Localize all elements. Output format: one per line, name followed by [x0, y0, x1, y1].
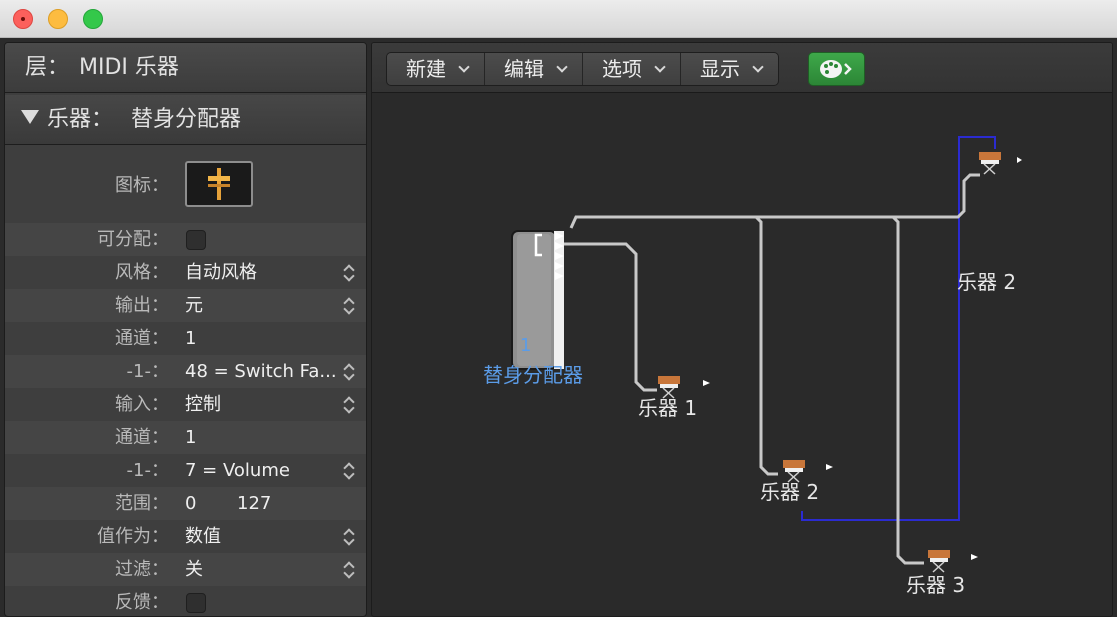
- environment-window: 新建 编辑 选项 显示 1 替身分配器 乐器 1 乐器 2 乐器 3 乐器 2: [371, 42, 1113, 617]
- assignable-checkbox[interactable]: [186, 230, 206, 250]
- icon-label: 图标：: [115, 175, 169, 196]
- layer-header[interactable]: 层： MIDI 乐器: [5, 43, 366, 93]
- cable-to-instrument-2-alias[interactable]: [893, 173, 980, 219]
- updown-arrows-icon[interactable]: [344, 363, 356, 381]
- alias-object-label[interactable]: 替身分配器: [483, 359, 583, 388]
- chevron-down-icon: [752, 60, 764, 73]
- layer-label: 层：: [25, 55, 70, 80]
- style-popup[interactable]: 自动风格: [185, 256, 257, 289]
- input-channel-label: 通道：: [115, 427, 169, 448]
- instrument-1-output-port[interactable]: [703, 380, 710, 386]
- range-row: 范围： 0 127: [5, 487, 366, 520]
- updown-arrows-icon[interactable]: [344, 528, 356, 546]
- instrument-2-label[interactable]: 乐器 2: [760, 476, 819, 505]
- input-parameter-row: -1-： 7 = Volume: [5, 454, 366, 487]
- toolbar: 新建 编辑 选项 显示: [372, 43, 1112, 93]
- input-label: 输入：: [115, 394, 169, 415]
- value-as-row: 值作为： 数值: [5, 520, 366, 553]
- title-bar: [0, 0, 1117, 38]
- style-label: 风格：: [115, 262, 169, 283]
- value-as-label: 值作为：: [97, 526, 169, 547]
- output-parameter-label: -1-：: [126, 361, 169, 382]
- chevron-down-icon: [458, 60, 470, 73]
- range-min-value[interactable]: 0: [185, 487, 196, 520]
- range-label: 范围：: [115, 493, 169, 514]
- menu-bar: 新建 编辑 选项 显示: [386, 52, 779, 86]
- layer-value: MIDI 乐器: [79, 55, 179, 80]
- input-parameter-popup[interactable]: 7 = Volume: [185, 454, 290, 487]
- instrument-2-output-port[interactable]: [826, 464, 833, 470]
- output-channel-value[interactable]: 1: [185, 322, 196, 355]
- object-icon-well[interactable]: [185, 161, 253, 207]
- chevron-down-icon: [654, 60, 666, 73]
- menu-view-label: 显示: [700, 57, 740, 81]
- menu-edit-label: 编辑: [504, 57, 544, 81]
- updown-arrows-icon[interactable]: [344, 396, 356, 414]
- instrument-3-label[interactable]: 乐器 3: [906, 569, 965, 598]
- range-max-value[interactable]: 127: [237, 487, 271, 520]
- feedback-row: 反馈：: [5, 586, 366, 616]
- updown-arrows-icon[interactable]: [344, 462, 356, 480]
- filter-row: 过滤： 关: [5, 553, 366, 586]
- parameter-list: 图标： 可分配： 风格： 自动风格 输出： 元 通道： 1 -1-： 48 = …: [5, 149, 366, 616]
- output-parameter-row: -1-： 48 = Switch Fa...: [5, 355, 366, 388]
- feedback-label: 反馈：: [115, 592, 169, 613]
- output-row: 输出： 元: [5, 289, 366, 322]
- instrument-3-output-port[interactable]: [971, 554, 978, 560]
- menu-options[interactable]: 选项: [583, 53, 681, 85]
- instrument-value: 替身分配器: [131, 107, 242, 132]
- filter-popup[interactable]: 关: [185, 553, 203, 586]
- input-row: 输入： 控制: [5, 388, 366, 421]
- environment-canvas[interactable]: 1 替身分配器 乐器 1 乐器 2 乐器 3 乐器 2: [372, 94, 1112, 616]
- alias-object-number: 1: [520, 335, 532, 356]
- zoom-button[interactable]: [83, 9, 103, 29]
- menu-options-label: 选项: [602, 57, 642, 81]
- updown-arrows-icon[interactable]: [344, 297, 356, 315]
- instrument-header[interactable]: 乐器： 替身分配器: [5, 95, 366, 145]
- feedback-checkbox[interactable]: [186, 593, 206, 613]
- filter-label: 过滤：: [115, 559, 169, 580]
- output-channel-row: 通道： 1: [5, 322, 366, 355]
- cable-layer: [511, 136, 1022, 573]
- palette-arrow-icon: [820, 60, 852, 78]
- menu-edit[interactable]: 编辑: [485, 53, 583, 85]
- midi-in-button[interactable]: [808, 52, 865, 86]
- window-content: 层： MIDI 乐器 乐器： 替身分配器 图标： 可分配： 风格： 自动风格 输…: [0, 38, 1117, 617]
- input-channel-value[interactable]: 1: [185, 421, 196, 454]
- disclosure-triangle-icon[interactable]: [21, 110, 39, 124]
- output-label: 输出：: [115, 295, 169, 316]
- chevron-down-icon: [556, 60, 568, 73]
- instrument-2-alias-icon[interactable]: [979, 152, 1001, 175]
- assignable-label: 可分配：: [97, 229, 169, 250]
- cable-to-instrument-3[interactable]: [756, 215, 924, 565]
- output-popup[interactable]: 元: [185, 289, 203, 322]
- menu-new-label: 新建: [406, 57, 446, 81]
- output-channel-label: 通道：: [115, 328, 169, 349]
- close-button[interactable]: [13, 9, 33, 29]
- menu-new[interactable]: 新建: [387, 53, 485, 85]
- updown-arrows-icon[interactable]: [344, 561, 356, 579]
- instrument-2-alias-output-port[interactable]: [1017, 157, 1022, 163]
- menu-view[interactable]: 显示: [681, 53, 778, 85]
- instrument-1-label[interactable]: 乐器 1: [638, 392, 697, 421]
- input-parameter-label: -1-：: [126, 460, 169, 481]
- updown-arrows-icon[interactable]: [344, 264, 356, 282]
- style-row: 风格： 自动风格: [5, 256, 366, 289]
- fader-icon: [208, 168, 230, 200]
- inspector-panel: 层： MIDI 乐器 乐器： 替身分配器 图标： 可分配： 风格： 自动风格 输…: [4, 42, 367, 617]
- cable-to-instrument-2[interactable]: [569, 215, 778, 476]
- icon-row: 图标：: [5, 149, 366, 223]
- assignable-row: 可分配：: [5, 223, 366, 256]
- value-as-popup[interactable]: 数值: [185, 520, 221, 553]
- minimize-button[interactable]: [48, 9, 68, 29]
- input-popup[interactable]: 控制: [185, 388, 221, 421]
- input-channel-row: 通道： 1: [5, 421, 366, 454]
- output-parameter-popup[interactable]: 48 = Switch Fa...: [185, 355, 337, 388]
- instrument-2-alias-label[interactable]: 乐器 2: [957, 266, 1016, 295]
- instrument-label: 乐器：: [47, 107, 114, 132]
